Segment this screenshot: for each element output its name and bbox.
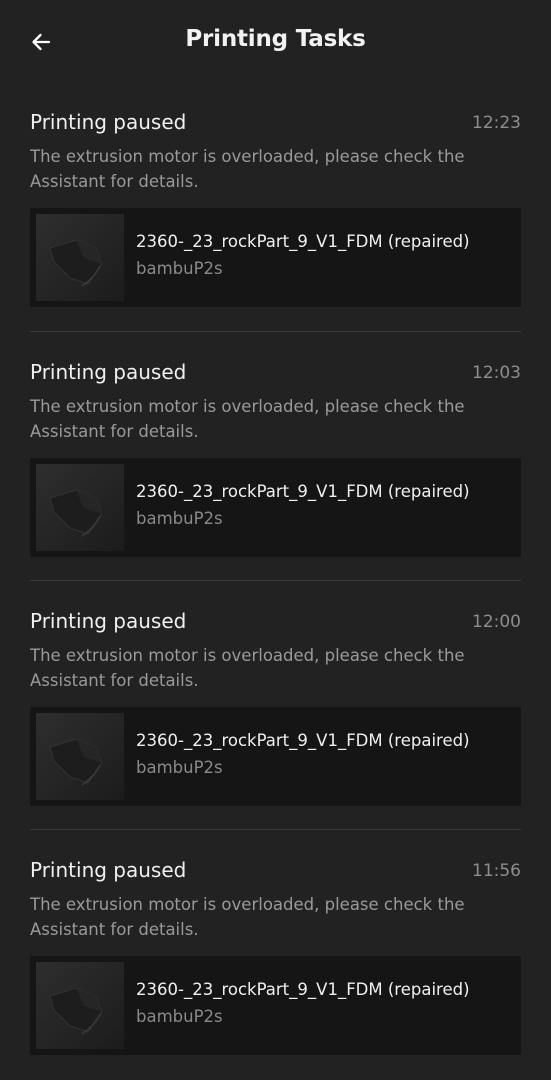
job-file-name: 2360-_23_rockPart_9_V1_FDM (repaired) xyxy=(136,731,470,750)
task-item: Printing paused 12:00 The extrusion moto… xyxy=(30,580,521,829)
printer-name: bambuP2s xyxy=(136,758,223,777)
task-message: The extrusion motor is overloaded, pleas… xyxy=(30,397,465,441)
task-timestamp: 12:03 xyxy=(472,363,521,383)
task-item: Printing paused 12:23 The extrusion moto… xyxy=(30,82,521,331)
model-thumbnail xyxy=(36,962,124,1049)
app-header: Printing Tasks xyxy=(0,0,551,82)
task-list: Printing paused 12:23 The extrusion moto… xyxy=(30,82,521,1078)
task-timestamp: 11:56 xyxy=(472,861,521,881)
task-item: Printing paused 11:56 The extrusion moto… xyxy=(30,829,521,1078)
task-message: The extrusion motor is overloaded, pleas… xyxy=(30,147,465,191)
task-status-title: Printing paused xyxy=(30,858,187,882)
print-job-card[interactable]: 2360-_23_rockPart_9_V1_FDM (repaired) ba… xyxy=(30,707,521,806)
print-job-card[interactable]: 2360-_23_rockPart_9_V1_FDM (repaired) ba… xyxy=(30,458,521,557)
task-message: The extrusion motor is overloaded, pleas… xyxy=(30,895,465,939)
task-message: The extrusion motor is overloaded, pleas… xyxy=(30,646,465,690)
printer-name: bambuP2s xyxy=(136,509,223,528)
model-thumbnail xyxy=(36,214,124,301)
task-item: Printing paused 12:03 The extrusion moto… xyxy=(30,331,521,580)
task-status-title: Printing paused xyxy=(30,609,187,633)
model-thumbnail xyxy=(36,713,124,800)
job-file-name: 2360-_23_rockPart_9_V1_FDM (repaired) xyxy=(136,980,470,999)
printer-name: bambuP2s xyxy=(136,1007,223,1026)
job-file-name: 2360-_23_rockPart_9_V1_FDM (repaired) xyxy=(136,232,470,251)
task-status-title: Printing paused xyxy=(30,360,187,384)
printer-name: bambuP2s xyxy=(136,259,223,278)
task-status-title: Printing paused xyxy=(30,110,187,134)
job-file-name: 2360-_23_rockPart_9_V1_FDM (repaired) xyxy=(136,482,470,501)
page-title: Printing Tasks xyxy=(185,26,366,52)
model-thumbnail xyxy=(36,464,124,551)
task-timestamp: 12:23 xyxy=(472,113,521,133)
task-timestamp: 12:00 xyxy=(472,612,521,632)
print-job-card[interactable]: 2360-_23_rockPart_9_V1_FDM (repaired) ba… xyxy=(30,208,521,307)
print-job-card[interactable]: 2360-_23_rockPart_9_V1_FDM (repaired) ba… xyxy=(30,956,521,1055)
